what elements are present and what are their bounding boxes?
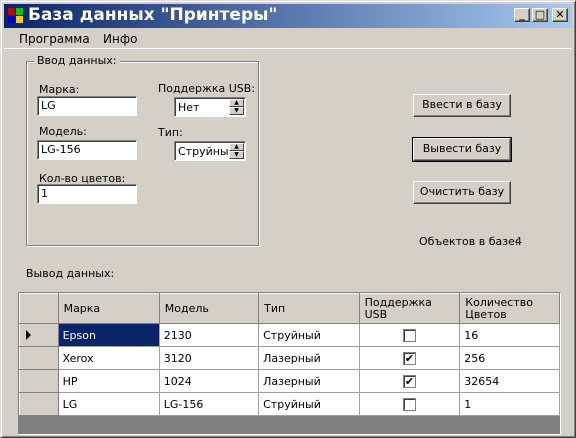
spinner-up-icon[interactable]: ▲ [229, 99, 244, 107]
records-table: Марка Модель Тип Поддержка USB Количеств… [19, 293, 560, 416]
cell-brand[interactable]: LG [57, 392, 160, 416]
menu-info[interactable]: Инфо [103, 32, 137, 46]
row-header[interactable] [19, 392, 59, 416]
cell-type[interactable]: Лазерный [258, 346, 360, 370]
cell-brand[interactable]: HP [57, 369, 160, 393]
cell-brand[interactable]: Epson [57, 323, 160, 347]
cell-colors[interactable]: 256 [459, 346, 560, 370]
usb-spinner[interactable]: Нет ▲ ▼ [174, 97, 246, 117]
menu-bar: Программа Инфо [4, 29, 572, 49]
brand-label: Марка: [39, 83, 80, 96]
cell-model[interactable]: 2130 [158, 323, 260, 347]
colors-input[interactable]: 1 [37, 184, 137, 204]
spinner-down-icon[interactable]: ▼ [229, 107, 244, 115]
table-row[interactable]: HP 1024 Лазерный ✔ 32654 [19, 369, 560, 393]
usb-checkbox[interactable] [402, 397, 416, 411]
input-group-title: Ввод данных: [34, 54, 120, 67]
row-header[interactable] [19, 369, 59, 393]
cell-colors[interactable]: 16 [459, 323, 560, 347]
type-spinner-value: Струйный [178, 145, 236, 158]
cell-model[interactable]: 3120 [158, 346, 260, 370]
column-header-model[interactable]: Модель [158, 293, 260, 324]
row-header[interactable] [19, 346, 59, 370]
type-spinner[interactable]: Струйный ▲ ▼ [174, 141, 246, 161]
spinner-down-icon[interactable]: ▼ [229, 151, 244, 159]
brand-input[interactable]: LG [37, 96, 137, 116]
table-row[interactable]: LG LG-156 Струйный 1 [19, 392, 560, 416]
column-header-brand[interactable]: Марка [57, 293, 160, 324]
usb-checkbox[interactable]: ✔ [402, 351, 416, 365]
cell-usb[interactable]: ✔ [358, 369, 461, 393]
usb-checkbox[interactable]: ✔ [402, 374, 416, 388]
model-label: Модель: [39, 125, 87, 138]
cell-type[interactable]: Струйный [258, 323, 360, 347]
corner-header[interactable] [19, 293, 59, 324]
cell-type[interactable]: Лазерный [258, 369, 360, 393]
spinner-up-icon[interactable]: ▲ [229, 143, 244, 151]
objects-count-value: 4 [515, 235, 522, 248]
usb-checkbox[interactable] [402, 328, 416, 342]
clear-db-button[interactable]: Очистить базу [413, 181, 511, 204]
cell-usb[interactable]: ✔ [358, 346, 461, 370]
current-row-pointer-icon [26, 330, 31, 340]
title-bar[interactable]: База данных "Принтеры" _ □ ✕ [4, 4, 572, 28]
data-grid[interactable]: Марка Модель Тип Поддержка USB Количеств… [18, 292, 561, 435]
cell-model[interactable]: 1024 [158, 369, 260, 393]
table-row[interactable]: Xerox 3120 Лазерный ✔ 256 [19, 346, 560, 370]
cell-usb[interactable] [358, 323, 461, 347]
cell-colors[interactable]: 1 [459, 392, 560, 416]
cell-colors[interactable]: 32654 [459, 369, 560, 393]
cell-usb[interactable] [358, 392, 461, 416]
table-row[interactable]: Epson 2130 Струйный 16 [19, 323, 560, 347]
minimize-button[interactable]: _ [514, 8, 530, 22]
cell-brand[interactable]: Xerox [57, 346, 160, 370]
row-header[interactable] [19, 323, 59, 347]
menu-program[interactable]: Программа [19, 32, 90, 46]
app-window: База данных "Принтеры" _ □ ✕ Программа И… [0, 0, 576, 438]
maximize-button[interactable]: □ [532, 8, 548, 22]
usb-spinner-value: Нет [178, 101, 200, 114]
usb-label: Поддержка USB: [158, 82, 256, 95]
cell-type[interactable]: Струйный [258, 392, 360, 416]
add-to-db-button[interactable]: Ввести в базу [413, 94, 511, 117]
database-app-icon [8, 8, 24, 24]
show-db-button[interactable]: Вывести базу [412, 137, 512, 162]
output-label: Вывод данных: [26, 267, 115, 280]
column-header-type[interactable]: Тип [258, 293, 360, 324]
close-button[interactable]: ✕ [552, 8, 568, 22]
cell-model[interactable]: LG-156 [158, 392, 260, 416]
objects-count-label: Объектов в базе: [419, 235, 519, 248]
column-header-usb[interactable]: Поддержка USB [358, 293, 461, 324]
header-row: Марка Модель Тип Поддержка USB Количеств… [19, 293, 560, 324]
column-header-colors[interactable]: Количество Цветов [459, 293, 560, 324]
window-title: База данных "Принтеры" [28, 5, 278, 25]
model-input[interactable]: LG-156 [37, 140, 137, 160]
type-label: Тип: [158, 126, 183, 139]
